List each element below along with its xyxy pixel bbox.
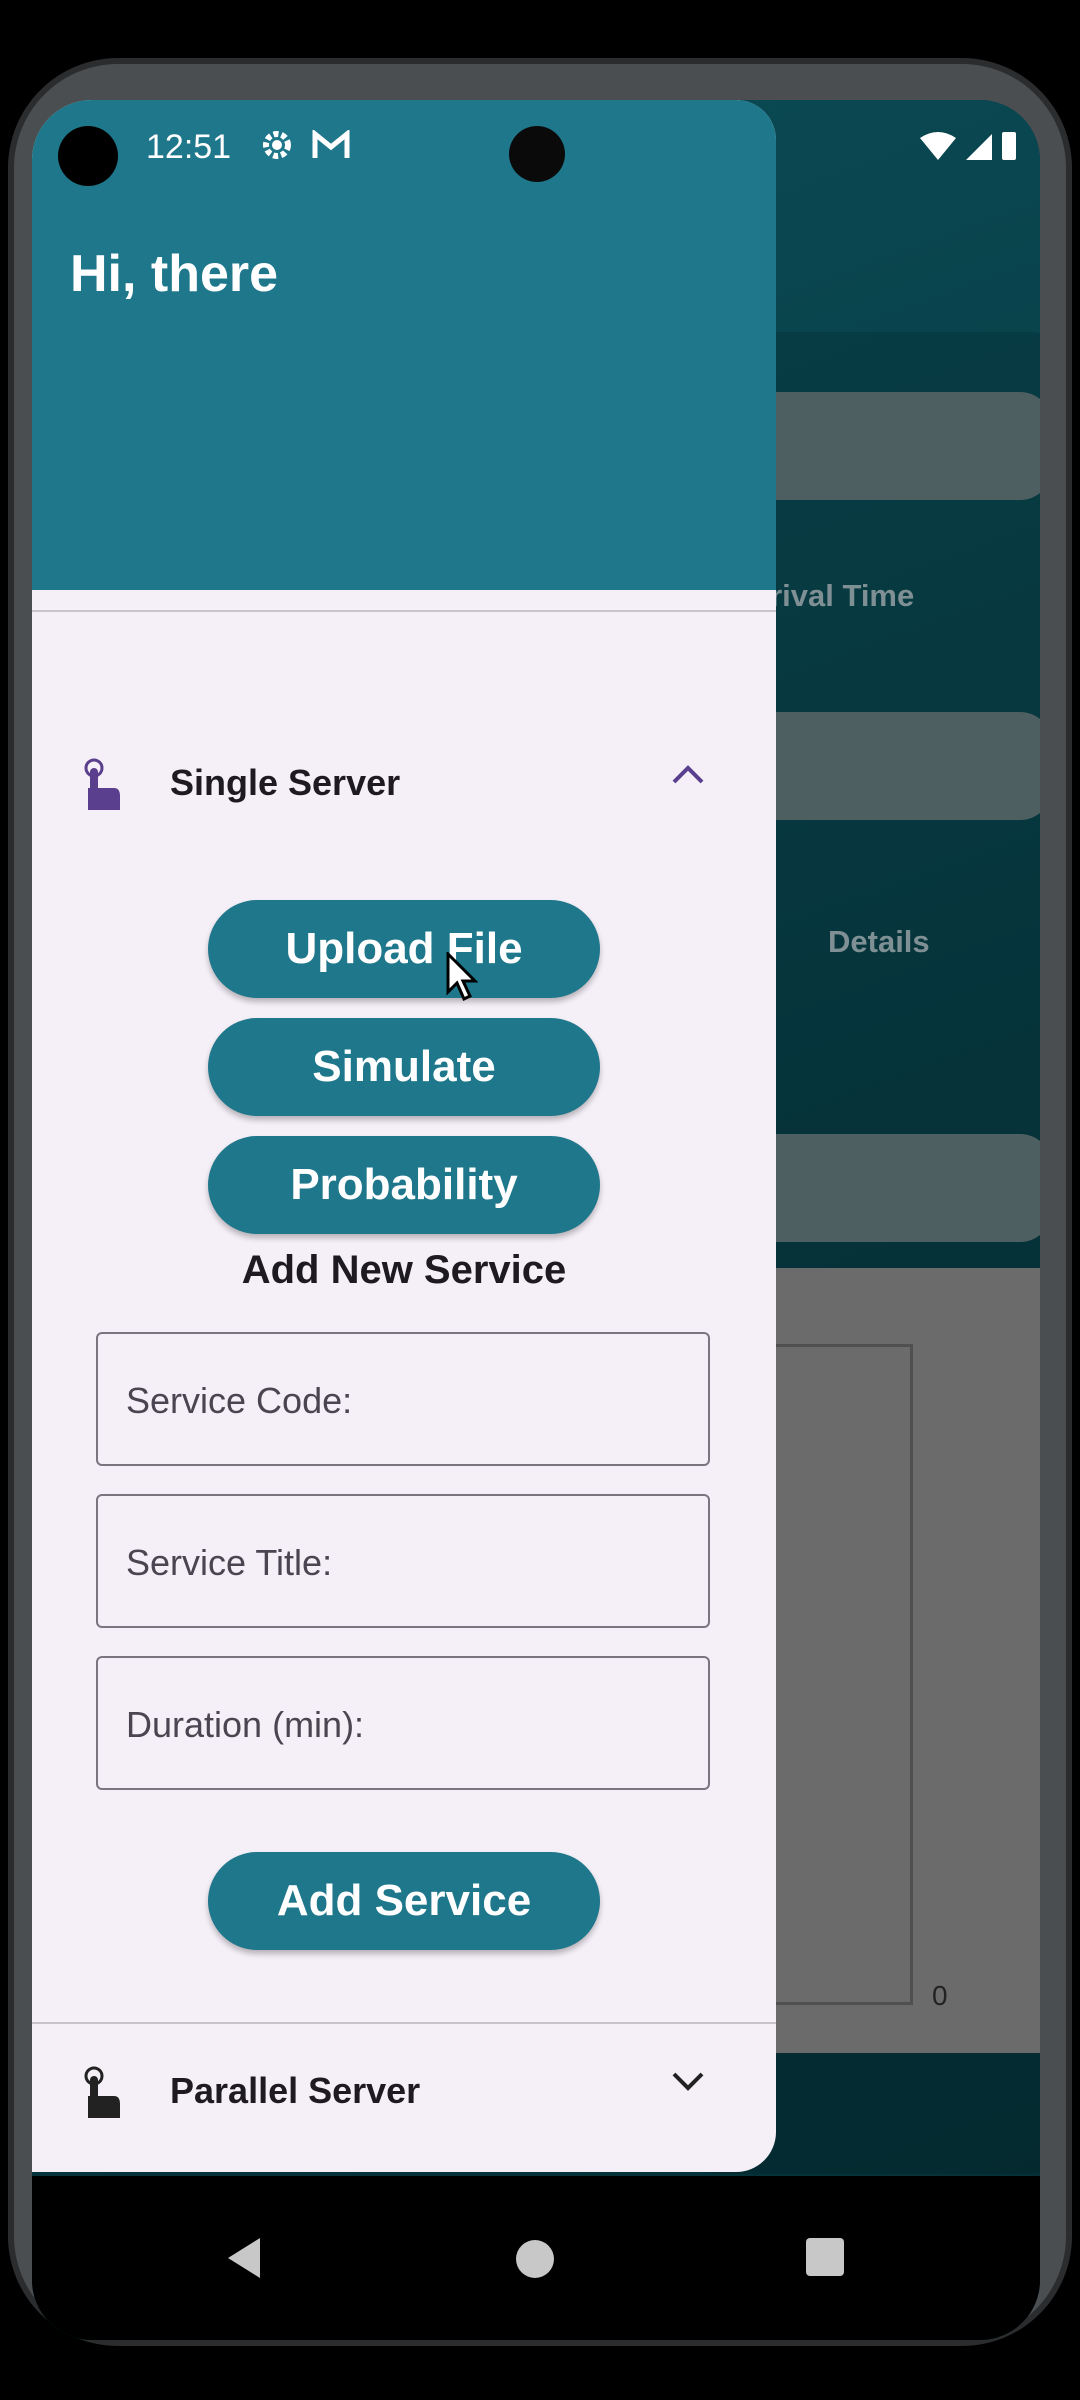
screen: rrival Time Details 0 12:51 Hi, there Si… (32, 100, 1040, 2340)
upload-file-button[interactable]: Upload File (208, 900, 600, 998)
add-service-title: Add New Service (241, 1248, 567, 1292)
parallel-server-header[interactable]: Parallel Server (32, 2036, 776, 2156)
mouse-cursor (446, 950, 479, 1007)
probability-button[interactable]: Probability (208, 1136, 600, 1234)
service-title-label: Service Title: (126, 1542, 333, 1583)
recents-icon[interactable] (806, 2238, 844, 2276)
status-icons (918, 130, 1018, 172)
gmail-icon (312, 128, 350, 165)
home-icon[interactable] (516, 2240, 554, 2278)
touch-icon (80, 758, 122, 817)
service-code-field[interactable]: Service Code: (96, 1332, 710, 1466)
add-service-button[interactable]: Add Service (208, 1852, 600, 1950)
back-icon[interactable] (228, 2238, 260, 2278)
service-code-label: Service Code: (126, 1380, 353, 1421)
parallel-server-label: Parallel Server (170, 2070, 421, 2111)
battery-icon (1002, 132, 1016, 160)
duration-field[interactable]: Duration (min): (96, 1656, 710, 1790)
signal-icon (966, 134, 992, 160)
chevron-up-icon (670, 756, 706, 795)
details-tab[interactable]: Details (828, 924, 930, 960)
duration-label: Duration (min): (126, 1704, 365, 1745)
divider (32, 2022, 776, 2024)
chart-plot-area (762, 1344, 913, 2005)
chart-zero-label: 0 (932, 1980, 948, 2011)
single-server-header[interactable]: Single Server (32, 722, 776, 842)
system-nav-bar (32, 2176, 1040, 2340)
status-dot (58, 126, 118, 186)
navigation-drawer: 12:51 Hi, there Single Server Upload Fil… (32, 100, 776, 2172)
touch-icon (80, 2066, 122, 2125)
single-server-label: Single Server (170, 762, 401, 803)
service-title-field[interactable]: Service Title: (96, 1494, 710, 1628)
wifi-icon (920, 132, 956, 160)
simulate-button[interactable]: Simulate (208, 1018, 600, 1116)
status-time: 12:51 (146, 128, 232, 166)
camera-cutout (509, 126, 565, 182)
drawer-greeting: Hi, there (70, 245, 279, 303)
settings-icon (260, 128, 294, 167)
divider (32, 610, 776, 612)
drawer-header: 12:51 Hi, there (32, 100, 776, 590)
arrival-time-label: rrival Time (758, 578, 915, 613)
chevron-down-icon (670, 2064, 706, 2103)
